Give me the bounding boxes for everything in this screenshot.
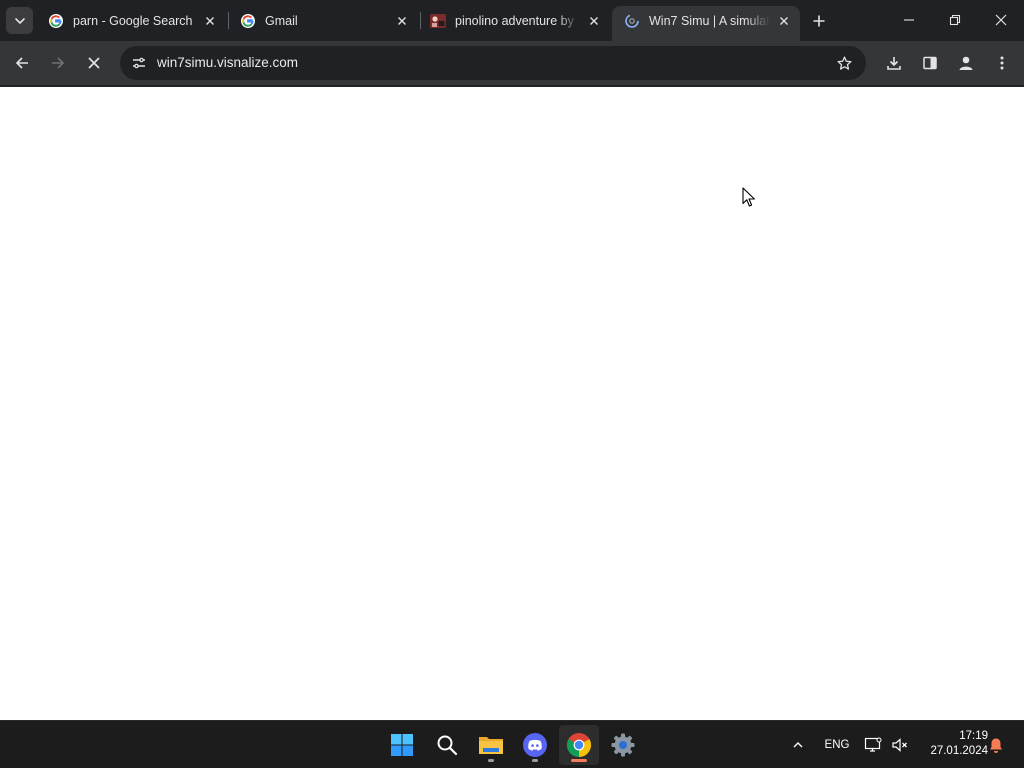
forward-button[interactable] — [44, 49, 72, 77]
chevron-down-icon — [14, 17, 25, 24]
back-button[interactable] — [8, 49, 36, 77]
close-icon[interactable] — [776, 13, 792, 29]
network-icon — [864, 737, 882, 752]
notification-bell-icon — [990, 738, 1002, 753]
taskbar-search-button[interactable] — [427, 725, 467, 765]
chrome-icon — [566, 733, 592, 757]
download-icon — [887, 57, 901, 70]
tab-google-search[interactable]: parn - Google Search — [36, 6, 226, 35]
windows-start-icon — [391, 734, 413, 756]
language-label: ENG — [824, 739, 850, 751]
new-tab-button[interactable] — [806, 8, 832, 34]
tab-strip: parn - Google Search Gmail pinolino adve… — [0, 0, 1024, 41]
restore-button[interactable] — [932, 0, 978, 40]
tab-title: pinolino adventure by — [455, 13, 574, 28]
volume-muted-icon — [892, 738, 907, 752]
running-indicator — [532, 759, 538, 762]
settings-button[interactable] — [603, 725, 643, 765]
tab-search-button[interactable] — [6, 7, 33, 34]
menu-button[interactable] — [988, 49, 1016, 77]
discord-icon — [523, 733, 547, 757]
settings-icon — [611, 733, 635, 757]
google-icon — [240, 13, 256, 29]
site-settings-icon[interactable] — [126, 50, 152, 76]
close-icon[interactable] — [202, 13, 218, 29]
restore-icon — [949, 14, 961, 26]
address-bar[interactable]: win7simu.visnalize.com — [120, 46, 866, 80]
bookmark-star-icon[interactable] — [832, 51, 856, 75]
side-panel-button[interactable] — [916, 49, 944, 77]
arrow-right-icon — [52, 57, 65, 69]
taskbar: ENG 17:19 27.01.2024 — [0, 720, 1024, 768]
clock[interactable]: 17:19 27.01.2024 — [916, 729, 988, 759]
tab-title: parn - Google Search — [73, 13, 193, 28]
page-viewport[interactable] — [0, 87, 1024, 720]
close-icon[interactable] — [586, 13, 602, 29]
downloads-button[interactable] — [880, 49, 908, 77]
close-icon[interactable] — [394, 13, 410, 29]
browser-toolbar: win7simu.visnalize.com — [0, 41, 1024, 86]
profile-button[interactable] — [952, 49, 980, 77]
show-hidden-icons-button[interactable] — [788, 733, 808, 757]
search-icon — [437, 735, 458, 756]
tab-gmail[interactable]: Gmail — [228, 6, 418, 35]
file-explorer-button[interactable] — [471, 725, 511, 765]
discord-button[interactable] — [515, 725, 555, 765]
close-icon — [995, 14, 1007, 26]
start-button[interactable] — [382, 725, 422, 765]
active-indicator — [571, 759, 587, 762]
profile-icon — [959, 56, 973, 70]
site-thumbnail-icon — [430, 13, 446, 29]
chrome-button[interactable] — [559, 725, 599, 765]
plus-icon — [813, 15, 825, 27]
loading-spinner-icon — [624, 13, 640, 29]
arrow-left-icon — [15, 57, 28, 69]
kebab-menu-icon — [1000, 56, 1004, 70]
tab-win7simu[interactable]: Win7 Simu | A simulator — [612, 6, 800, 41]
minimize-button[interactable] — [886, 0, 932, 40]
close-window-button[interactable] — [978, 0, 1024, 40]
stop-loading-button[interactable] — [80, 49, 108, 77]
minimize-icon — [904, 19, 914, 21]
network-button[interactable] — [862, 733, 884, 757]
notifications-button[interactable] — [986, 733, 1006, 757]
tab-title: Gmail — [265, 13, 298, 28]
clock-time: 17:19 — [959, 730, 988, 742]
tab-title: Win7 Simu | A simulator — [649, 13, 770, 28]
url-text[interactable]: win7simu.visnalize.com — [157, 55, 298, 70]
tab-pinolino[interactable]: pinolino adventure by — [418, 6, 610, 35]
close-icon — [88, 57, 100, 69]
chevron-up-icon — [793, 742, 803, 748]
file-explorer-icon — [479, 737, 503, 754]
google-icon — [48, 13, 64, 29]
language-indicator[interactable]: ENG — [820, 733, 854, 757]
side-panel-icon — [923, 56, 937, 70]
screen: parn - Google Search Gmail pinolino adve… — [0, 0, 1024, 768]
clock-date: 27.01.2024 — [930, 745, 988, 757]
mouse-cursor-icon — [742, 187, 755, 207]
running-indicator — [488, 759, 494, 762]
volume-button[interactable] — [889, 733, 911, 757]
